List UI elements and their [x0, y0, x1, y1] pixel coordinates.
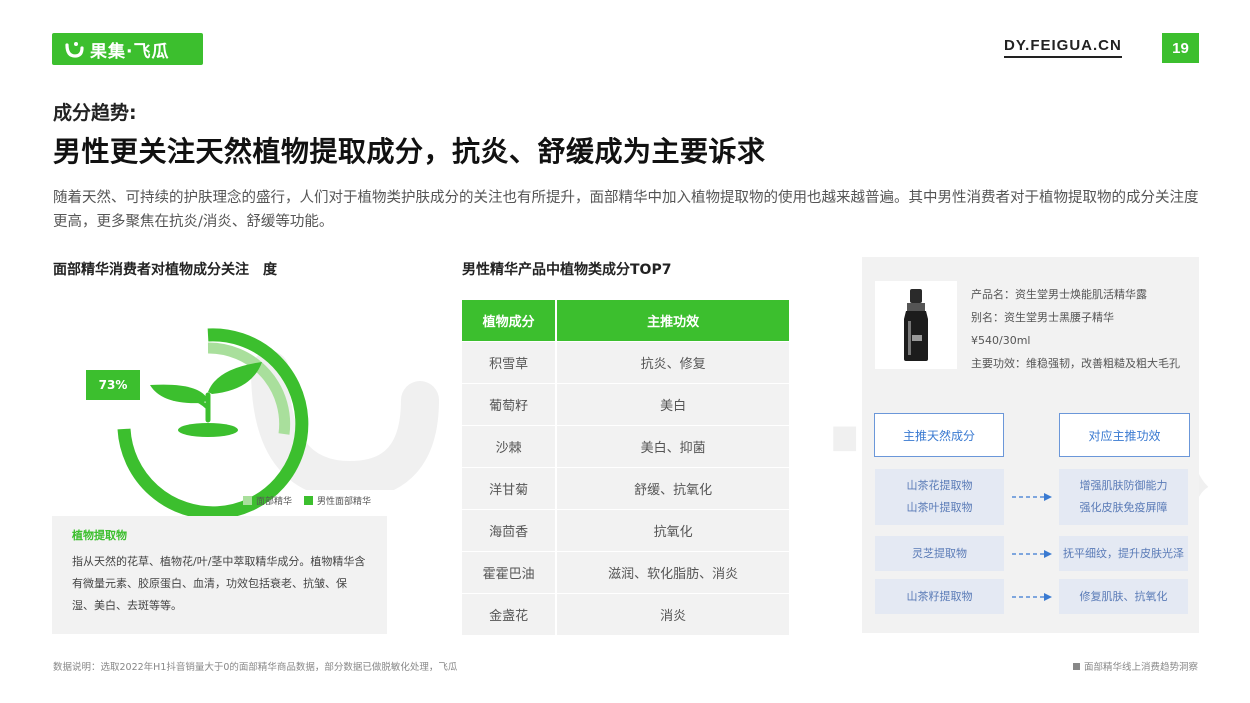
mapping-ingredient-line: 山茶叶提取物: [906, 501, 973, 514]
effect-cell: 美白、抑菌: [556, 424, 789, 467]
mapping-effect-line: 增强肌肤防御能力: [1079, 479, 1168, 492]
table-row: 葡萄籽 美白: [462, 382, 789, 425]
legend-swatch: [243, 496, 252, 505]
page-number: 19: [1162, 33, 1199, 63]
table-header-row: 植物成分 主推功效: [462, 300, 789, 341]
donut-legend: 面部精华 男性面部精华: [243, 494, 371, 507]
product-panel: 产品名：资生堂男士焕能肌活精华露 别名：资生堂男士黑腰子精华 ¥540/30ml…: [862, 257, 1199, 633]
mapping-effect-line: 抚平细纹，提升皮肤光泽: [1063, 546, 1184, 560]
legend-swatch: [304, 496, 314, 505]
arrow-right-icon: [1004, 549, 1059, 558]
mapping-ingredient: 灵芝提取物: [875, 536, 1004, 571]
mapping-ingredient: 山茶花提取物 山茶叶提取物: [875, 469, 1004, 525]
intro-paragraph: 随着天然、可持续的护肤理念的盛行，人们对于植物类护肤成分的关注也有所提升，面部精…: [53, 190, 1199, 230]
ingredient-cell: 洋甘菊: [462, 466, 558, 509]
effect-cell: 消炎: [556, 592, 789, 635]
mapping-effect: 增强肌肤防御能力 强化皮肤免疫屏障: [1059, 469, 1188, 525]
mapping-row: 山茶花提取物 山茶叶提取物 增强肌肤防御能力 强化皮肤免疫屏障: [875, 469, 1190, 525]
effect-cell: 抗炎、修复: [556, 340, 789, 383]
serum-bottle-icon: [904, 289, 928, 361]
ingredient-cell: 沙棘: [462, 424, 558, 467]
attention-donut-chart: [117, 328, 309, 520]
definition-body: 指从天然的花草、植物花/叶/茎中萃取精华成分。植物精华含有微量元素、胶原蛋白、血…: [72, 555, 366, 612]
brand-mark-icon: [65, 42, 84, 58]
report-name-text: 面部精华线上消费趋势洞察: [1083, 662, 1198, 673]
ingredient-cell: 金盏花: [462, 592, 558, 635]
mapping-effect: 修复肌肤、抗氧化: [1059, 579, 1188, 614]
table-row: 霍霍巴油 滋润、软化脂肪、消炎: [462, 550, 789, 593]
report-name: 面部精华线上消费趋势洞察: [1072, 659, 1198, 673]
ingredient-cell: 海茴香: [462, 508, 558, 551]
brand-text: 果集·飞瓜: [90, 41, 170, 62]
table-row: 洋甘菊 舒缓、抗氧化: [462, 466, 789, 509]
brand-logo: 果集·飞瓜: [52, 33, 203, 65]
table-row: 金盏花 消炎: [462, 592, 789, 635]
donut-title: 面部精华消费者对植物成分关注 度: [53, 262, 277, 278]
sprout-icon: [150, 362, 262, 437]
legend-label: 男性面部精华: [317, 497, 372, 507]
percentage-badge: 73%: [86, 370, 140, 400]
mapping-effect-line: 修复肌肤、抗氧化: [1079, 589, 1168, 603]
mapping-effect-line: 强化皮肤免疫屏障: [1079, 501, 1168, 514]
ingredient-cell: 积雪草: [462, 340, 558, 383]
effect-cell: 舒缓、抗氧化: [556, 466, 789, 509]
ingredient-table: 植物成分 主推功效 积雪草 抗炎、修复 葡萄籽 美白 沙棘 美白、抑菌 洋甘菊 舒缓、抗…: [462, 300, 789, 635]
section-label: 成分趋势:: [53, 102, 137, 124]
effect-cell: 抗氧化: [556, 508, 789, 551]
square-bullet-icon: [1072, 662, 1080, 670]
table-row: 积雪草 抗炎、修复: [462, 340, 789, 383]
product-info: 产品名：资生堂男士焕能肌活精华露 别名：资生堂男士黑腰子精华 ¥540/30ml…: [971, 283, 1180, 375]
product-name: 产品名：资生堂男士焕能肌活精华露: [971, 288, 1147, 301]
legend-item-men-essence: 男性面部精华: [304, 494, 371, 507]
product-price: ¥540/30ml: [971, 334, 1031, 347]
ingredient-cell: 葡萄籽: [462, 382, 558, 425]
ingredient-cell: 霍霍巴油: [462, 550, 558, 593]
mapping-ingredient-line: 山茶花提取物: [906, 479, 973, 492]
arrow-right-icon: [1004, 592, 1059, 601]
natural-ingredient-header: 主推天然成分: [874, 413, 1004, 457]
column-header: 植物成分: [462, 300, 558, 341]
column-header: 主推功效: [556, 300, 789, 341]
site-url[interactable]: DY.FEIGUA.CN: [1004, 37, 1122, 58]
page-title: 男性更关注天然植物提取成分，抗炎、舒缓成为主要诉求: [53, 135, 766, 168]
mapping-effect: 抚平细纹，提升皮肤光泽: [1059, 536, 1188, 571]
mapping-row: 灵芝提取物 抚平细纹，提升皮肤光泽: [875, 536, 1190, 571]
legend-label: 面部精华: [256, 497, 293, 507]
matched-effect-header: 对应主推功效: [1059, 413, 1190, 457]
effect-cell: 美白: [556, 382, 789, 425]
mapping-ingredient-line: 灵芝提取物: [912, 546, 967, 560]
definition-title: 植物提取物: [72, 529, 127, 542]
product-image: [875, 281, 957, 369]
mapping-row: 山茶籽提取物 修复肌肤、抗氧化: [875, 579, 1190, 614]
table-row: 沙棘 美白、抑菌: [462, 424, 789, 467]
data-footnote: 数据说明：选取2022年H1抖音销量大于0的面部精华商品数据，部分数据已做脱敏化…: [53, 662, 458, 673]
table-title: 男性精华产品中植物类成分TOP7: [462, 262, 672, 278]
mapping-ingredient-line: 山茶籽提取物: [906, 589, 973, 603]
arrow-right-icon: [1004, 493, 1059, 501]
definition-box: 植物提取物 指从天然的花草、植物花/叶/茎中萃取精华成分。植物精华含有微量元素、…: [52, 516, 387, 634]
effect-cell: 滋润、软化脂肪、消炎: [556, 550, 789, 593]
legend-item-face-essence: 面部精华: [243, 494, 292, 507]
table-row: 海茴香 抗氧化: [462, 508, 789, 551]
product-alias: 别名：资生堂男士黑腰子精华: [971, 311, 1114, 324]
mapping-ingredient: 山茶籽提取物: [875, 579, 1004, 614]
product-effect: 主要功效：维稳强韧，改善粗糙及粗大毛孔: [971, 357, 1180, 370]
